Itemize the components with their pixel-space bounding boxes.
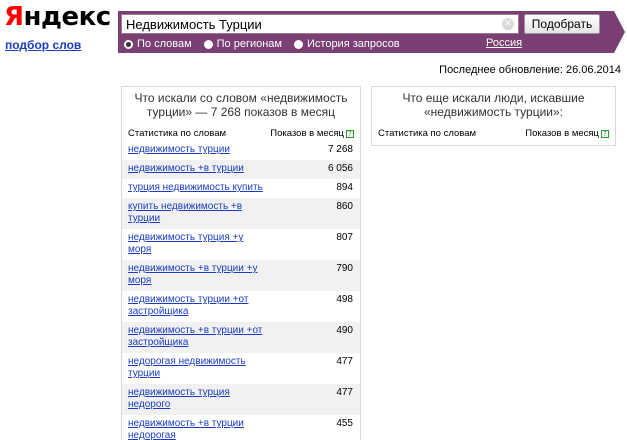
words-panel-title: Что искали со словом «недвижимость турци… <box>134 91 348 119</box>
impressions-count: 6 056 <box>327 163 353 174</box>
also-searched-title: Что еще искали люди, искавшие «недвижимо… <box>402 91 585 119</box>
radio-by-regions[interactable] <box>203 39 213 49</box>
mode-label: По словам <box>137 38 192 50</box>
last-updated: Последнее обновление: 26.06.2014 <box>439 64 621 76</box>
table-row: недвижимость турции 7 268 <box>122 141 360 160</box>
help-icon[interactable]: ? <box>601 130 609 138</box>
col-keyword: Статистика по словам <box>378 128 477 139</box>
keyword-link[interactable]: недвижимость турции +от застройщика <box>128 294 266 318</box>
words-panel: Что искали со словом «недвижимость турци… <box>121 86 361 440</box>
words-table-header: Статистика по словам Показов в месяц? <box>122 128 360 140</box>
impressions-count: 455 <box>336 418 353 429</box>
table-row: недорогая недвижимость турции 477 <box>122 353 360 384</box>
keyword-link[interactable]: недвижимость +в турции +от застройщика <box>128 325 266 349</box>
impressions-count: 860 <box>336 201 353 212</box>
table-row: недвижимость +в турции недорогая 455 <box>122 415 360 440</box>
col-count: Показов в месяц? <box>270 128 354 140</box>
table-row: недвижимость +в турции +у моря 790 <box>122 260 360 291</box>
impressions-count: 477 <box>336 387 353 398</box>
keyword-link[interactable]: недвижимость +в турции <box>128 163 266 175</box>
help-icon[interactable]: ? <box>346 130 354 138</box>
keyword-link[interactable]: недвижимость турции <box>128 144 266 156</box>
table-row: турция недвижимость купить 894 <box>122 179 360 198</box>
region-link[interactable]: Россия <box>486 37 522 49</box>
search-input[interactable] <box>121 14 519 34</box>
radio-history[interactable] <box>294 39 303 49</box>
logo-rest: ндекс <box>23 2 112 32</box>
impressions-count: 477 <box>336 356 353 367</box>
table-row: недвижимость турции +от застройщика 498 <box>122 291 360 322</box>
mode-by-words[interactable]: По словам <box>124 38 192 50</box>
keyword-link[interactable]: недвижимость турция +у моря <box>128 232 266 256</box>
mode-label: История запросов <box>307 38 400 50</box>
mode-label: По регионам <box>216 38 282 50</box>
submit-button[interactable]: Подобрать <box>524 14 600 34</box>
logo-first-letter: Я <box>4 2 24 32</box>
keyword-link[interactable]: недвижимость турция недорого <box>128 387 266 411</box>
search-bar: × Подобрать По словам По регионам Истори… <box>118 11 625 53</box>
table-row: недвижимость +в турции +от застройщика 49… <box>122 322 360 353</box>
clear-icon[interactable]: × <box>502 18 514 30</box>
impressions-count: 498 <box>336 294 353 305</box>
radio-by-words[interactable] <box>124 39 133 49</box>
keyword-link[interactable]: недвижимость +в турции недорогая <box>128 418 266 440</box>
impressions-count: 7 268 <box>327 144 353 155</box>
table-row: недвижимость турция недорого 477 <box>122 384 360 415</box>
table-row: купить недвижимость +в турции 860 <box>122 198 360 229</box>
also-table-header: Статистика по словам Показов в месяц? <box>372 128 615 140</box>
search-mode-group: По словам По регионам История запросов <box>124 36 412 52</box>
impressions-count: 807 <box>336 232 353 243</box>
mode-by-regions[interactable]: По регионам <box>203 38 282 50</box>
mode-history[interactable]: История запросов <box>294 38 400 50</box>
keyword-link[interactable]: турция недвижимость купить <box>128 182 266 194</box>
impressions-count: 790 <box>336 263 353 274</box>
also-searched-panel: Что еще искали люди, искавшие «недвижимо… <box>371 86 616 146</box>
impressions-count: 894 <box>336 182 353 193</box>
col-keyword: Статистика по словам <box>128 128 227 139</box>
impressions-count: 490 <box>336 325 353 336</box>
yandex-logo[interactable]: Яндекс <box>4 2 111 32</box>
keyword-link[interactable]: купить недвижимость +в турции <box>128 201 266 225</box>
col-count: Показов в месяц? <box>525 128 609 140</box>
wordstat-link[interactable]: подбор слов <box>5 38 81 52</box>
table-row: недвижимость турция +у моря 807 <box>122 229 360 260</box>
keyword-link[interactable]: недорогая недвижимость турции <box>128 356 266 380</box>
words-table-body: недвижимость турции 7 268 недвижимость +в … <box>122 141 360 440</box>
table-row: недвижимость +в турции 6 056 <box>122 160 360 179</box>
keyword-link[interactable]: недвижимость +в турции +у моря <box>128 263 266 287</box>
